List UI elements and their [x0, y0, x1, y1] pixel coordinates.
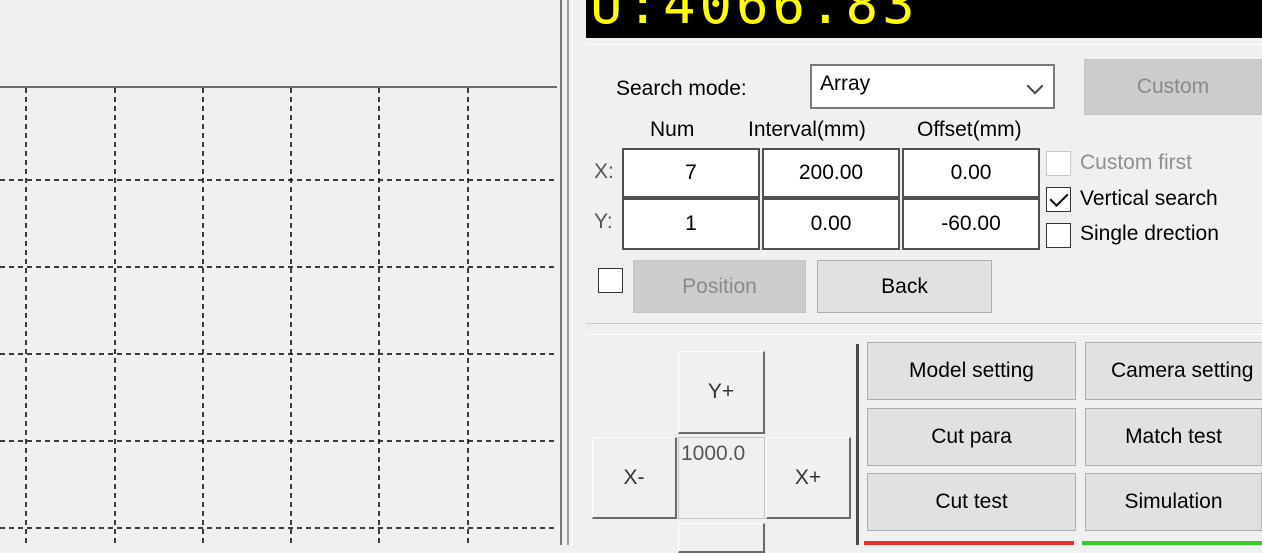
row-label-x: X: [594, 160, 614, 183]
panel-divider [856, 344, 859, 545]
single-direction-label: Single drection [1080, 222, 1219, 245]
match-test-button[interactable]: Match test [1085, 408, 1262, 466]
checkmark-icon [1049, 187, 1069, 208]
column-header-interval: Interval(mm) [748, 118, 866, 141]
position-button[interactable]: Position [633, 260, 806, 313]
camera-setting-button[interactable]: Camera setting [1085, 342, 1262, 400]
search-mode-select[interactable]: Array [810, 64, 1055, 109]
jog-x-minus-button[interactable]: X- [592, 437, 677, 519]
jog-x-plus-button[interactable]: X+ [766, 437, 851, 519]
back-button[interactable]: Back [817, 260, 992, 313]
x-num-input[interactable]: 7 [622, 148, 760, 198]
column-header-num: Num [650, 118, 695, 141]
coordinate-display: U:4066.83 [586, 0, 1262, 38]
start-button[interactable] [1082, 541, 1262, 545]
y-interval-input[interactable]: 0.00 [762, 198, 900, 250]
cut-para-button[interactable]: Cut para [867, 408, 1076, 466]
x-offset-input[interactable]: 0.00 [902, 148, 1040, 198]
x-interval-input[interactable]: 200.00 [762, 148, 900, 198]
jog-y-plus-button[interactable]: Y+ [678, 351, 765, 434]
custom-first-label: Custom first [1080, 151, 1193, 174]
search-mode-label: Search mode: [616, 77, 747, 100]
column-header-offset: Offset(mm) [917, 118, 1022, 141]
vertical-search-label: Vertical search [1080, 187, 1218, 210]
canvas-grid [0, 88, 557, 545]
search-mode-value: Array [820, 72, 871, 95]
vertical-search-checkbox[interactable] [1046, 187, 1071, 212]
panel-splitter[interactable] [557, 0, 587, 545]
jog-y-minus-button[interactable] [678, 523, 765, 553]
row-label-y: Y: [594, 210, 613, 233]
model-setting-button[interactable]: Model setting [867, 342, 1076, 400]
custom-button[interactable]: Custom [1084, 59, 1262, 115]
cut-preview-canvas[interactable] [0, 0, 557, 545]
simulation-button[interactable]: Simulation [1085, 473, 1262, 531]
coordinate-readout: U:4066.83 [590, 0, 919, 36]
y-num-input[interactable]: 1 [622, 198, 760, 250]
custom-first-checkbox[interactable] [1046, 151, 1071, 176]
stop-button[interactable] [864, 541, 1074, 545]
chevron-down-icon [1026, 77, 1044, 95]
position-enable-checkbox[interactable] [598, 268, 623, 293]
single-direction-checkbox[interactable] [1046, 223, 1071, 248]
y-offset-input[interactable]: -60.00 [902, 198, 1040, 250]
jog-step-value[interactable]: 1000.0 [678, 437, 765, 519]
cut-test-button[interactable]: Cut test [867, 473, 1076, 531]
